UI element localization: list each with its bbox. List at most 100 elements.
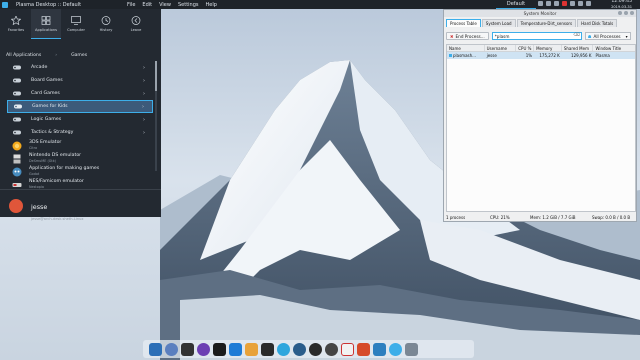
process-table: Name Username CPU % Memory Shared Mem Wi… xyxy=(446,44,636,212)
games-icon[interactable] xyxy=(245,342,258,356)
col-name[interactable]: Name xyxy=(447,45,485,51)
minimize-icon[interactable] xyxy=(618,11,622,15)
obs-icon[interactable] xyxy=(309,342,322,356)
chevron-right-icon: › xyxy=(143,77,145,84)
col-cpu[interactable]: CPU % xyxy=(516,45,535,51)
window-titlebar[interactable]: System Monitor xyxy=(444,10,636,17)
process-filter-input[interactable]: *plasm ⌫ xyxy=(491,32,582,40)
star-icon xyxy=(11,16,21,25)
steam-icon[interactable] xyxy=(293,342,306,356)
breadcrumb-all-applications[interactable]: All Applications xyxy=(6,53,41,58)
menu-edit[interactable]: Edit xyxy=(142,2,152,8)
top-panel: Plasma Desktop :: Default File Edit View… xyxy=(0,0,640,9)
browser-icon[interactable] xyxy=(165,342,178,356)
process-type-select[interactable]: ☗ All Processes ▾ xyxy=(584,32,631,40)
gamepad-icon xyxy=(14,104,22,110)
tab-history[interactable]: History xyxy=(91,9,121,39)
tab-applications[interactable]: Applications xyxy=(31,9,61,39)
tab-hard-disk[interactable]: Hard Disk Totals xyxy=(577,19,618,27)
battery-icon[interactable] xyxy=(570,1,575,6)
global-menu: File Edit View Settings Help xyxy=(127,2,217,8)
citra-icon xyxy=(12,141,22,151)
store-icon[interactable] xyxy=(357,342,370,356)
menu-view[interactable]: View xyxy=(159,2,171,8)
calendar-icon[interactable] xyxy=(341,342,354,356)
tab-process-table[interactable]: Process Table xyxy=(446,19,481,27)
application-launcher-button[interactable] xyxy=(0,0,10,9)
category-arcade[interactable]: Arcade › xyxy=(7,61,153,74)
launcher-tabs: Favorites Applications Computer History … xyxy=(0,9,161,39)
active-window-title: Plasma Desktop :: Default xyxy=(16,1,82,8)
status-memory: Mem: 1.2 GiB / 7.7 GiB xyxy=(530,215,576,220)
digital-clock[interactable]: 12:09:45 2019-03-31 xyxy=(611,0,632,9)
tab-computer[interactable]: Computer xyxy=(61,9,91,39)
power-icon[interactable] xyxy=(389,342,402,356)
menu-settings[interactable]: Settings xyxy=(178,2,199,8)
flag-icon[interactable] xyxy=(562,1,567,6)
grid-icon xyxy=(41,15,51,25)
music-icon[interactable] xyxy=(213,342,226,356)
sysmon-toolbar: ✖ End Process... *plasm ⌫ ☗ All Processe… xyxy=(446,31,636,41)
kde-logo-icon xyxy=(2,1,8,8)
clock-time: 12:09:45 xyxy=(611,0,632,4)
editor-icon[interactable] xyxy=(197,342,210,356)
app-citra[interactable]: 3DS Emulator Citra xyxy=(7,139,153,152)
tab-favorites[interactable]: Favorites xyxy=(1,9,31,39)
launcher-scrollbar[interactable] xyxy=(155,61,157,171)
terminal-icon[interactable] xyxy=(181,342,194,356)
application-launcher: Favorites Applications Computer History … xyxy=(0,9,161,221)
tab-system-load[interactable]: System Load xyxy=(481,19,516,27)
menu-file[interactable]: File xyxy=(127,2,135,8)
dock xyxy=(143,340,474,358)
bluetooth-icon[interactable] xyxy=(554,1,559,6)
app-godot[interactable]: Application for making games Godot xyxy=(7,165,153,178)
tab-temperature[interactable]: Temperature-Dirt_sensors xyxy=(516,19,577,27)
maximize-icon[interactable] xyxy=(624,11,628,15)
end-process-button[interactable]: ✖ End Process... xyxy=(446,32,489,40)
trash-icon[interactable] xyxy=(405,342,418,356)
window-buttons xyxy=(618,11,634,15)
gamepad-icon xyxy=(13,117,21,123)
table-row[interactable]: plasmash... jesse 1% 175,272 K 129,956 K… xyxy=(447,52,635,59)
category-board-games[interactable]: Board Games › xyxy=(7,74,153,87)
breadcrumb-games[interactable]: Games xyxy=(71,53,87,58)
avatar[interactable] xyxy=(9,199,23,213)
category-games-for-kids[interactable]: Games for Kids › xyxy=(7,100,153,113)
kill-icon: ✖ xyxy=(450,33,454,39)
volume-icon[interactable] xyxy=(546,1,551,6)
system-tray xyxy=(538,1,591,6)
close-icon[interactable] xyxy=(630,11,634,15)
breadcrumb: All Applications › Games xyxy=(6,53,87,58)
col-memory[interactable]: Memory xyxy=(534,45,562,51)
col-shared-mem[interactable]: Shared Mem xyxy=(562,45,594,51)
category-card-games[interactable]: Card Games › xyxy=(7,87,153,100)
col-window-title[interactable]: Window Title xyxy=(593,45,635,51)
settings-icon[interactable] xyxy=(229,342,242,356)
launcher-app-list: Arcade › Board Games › Card Games › Game… xyxy=(7,61,153,191)
category-logic-games[interactable]: Logic Games › xyxy=(7,113,153,126)
category-tactics-strategy[interactable]: Tactics & Strategy › xyxy=(7,126,153,139)
breadcrumb-separator: › xyxy=(55,53,58,58)
system-monitor-window: System Monitor Process Table System Load… xyxy=(443,9,637,222)
desmume-icon xyxy=(12,154,22,164)
gamepad-icon xyxy=(13,65,21,71)
clear-icon[interactable]: ⌫ xyxy=(573,33,579,38)
app-icon xyxy=(449,54,452,57)
col-username[interactable]: Username xyxy=(485,45,517,51)
virtual-desktop-pager[interactable]: Default xyxy=(496,0,536,9)
files-icon[interactable] xyxy=(149,342,162,356)
status-bar: 1 process CPU: 21% Mem: 1.2 GiB / 7.7 Gi… xyxy=(446,214,636,221)
chat-icon[interactable] xyxy=(261,342,274,356)
app-desmume[interactable]: Nintendo DS emulator DeSmuME (Gtk) xyxy=(7,152,153,165)
scrollbar-thumb[interactable] xyxy=(155,61,157,91)
telegram-icon[interactable] xyxy=(277,342,290,356)
network-icon[interactable] xyxy=(538,1,543,6)
media-icon[interactable] xyxy=(325,342,338,356)
monitor-icon[interactable] xyxy=(373,342,386,356)
chevron-right-icon: › xyxy=(143,64,145,71)
gamepad-icon xyxy=(13,130,21,136)
notifications-icon[interactable] xyxy=(586,1,591,6)
clipboard-icon[interactable] xyxy=(578,1,583,6)
tab-leave[interactable]: Leave xyxy=(121,9,151,39)
menu-help[interactable]: Help xyxy=(206,2,217,8)
